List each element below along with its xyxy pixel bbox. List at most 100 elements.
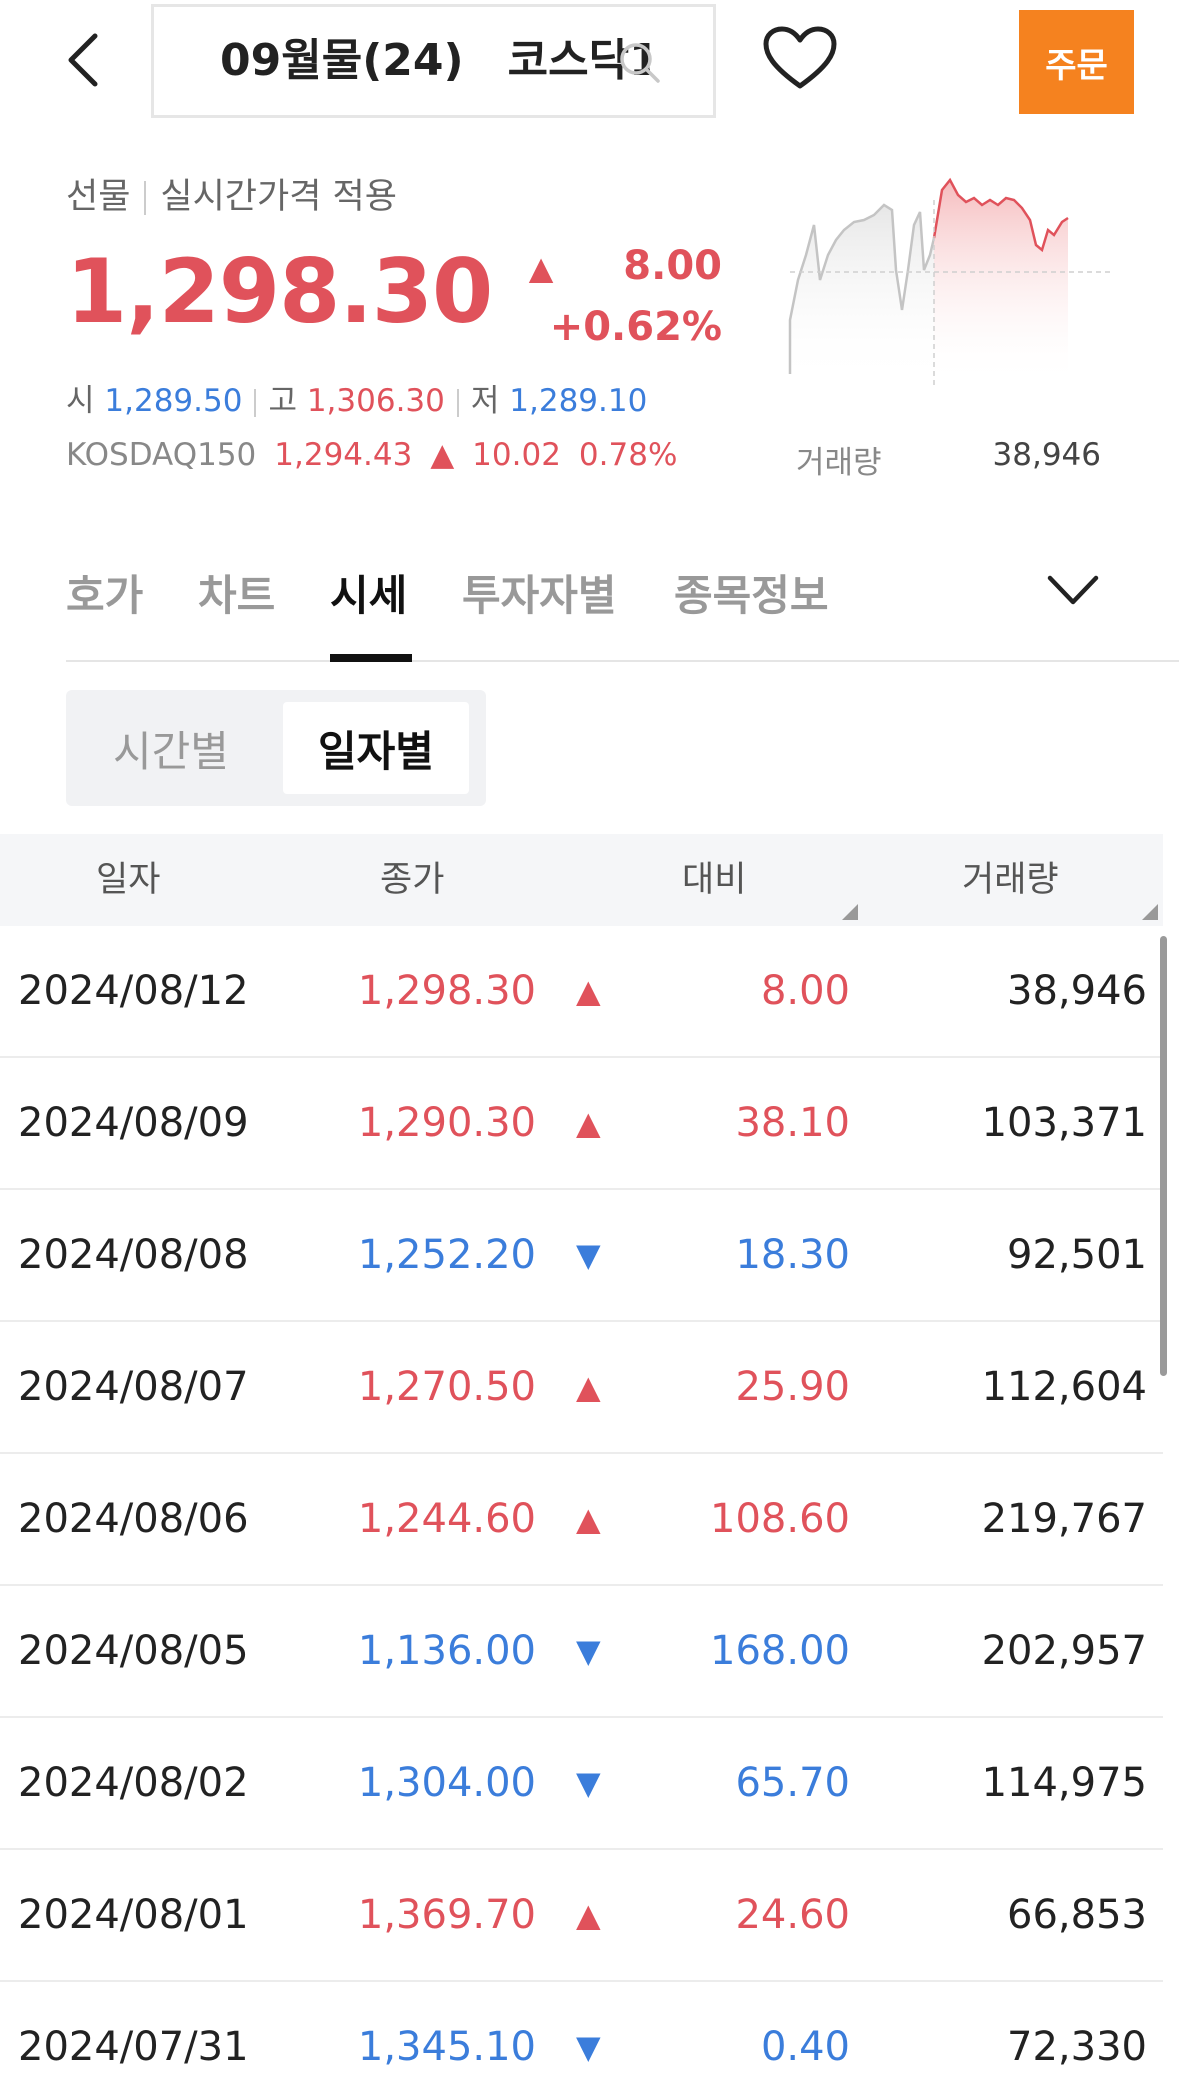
divider: [144, 181, 147, 215]
chevron-down-icon[interactable]: [1044, 560, 1102, 620]
tab-order-book[interactable]: 호가: [66, 562, 143, 623]
row-date: 2024/07/31: [18, 2024, 249, 2070]
row-change: 108.60: [710, 1496, 850, 1542]
row-date: 2024/08/08: [18, 1232, 249, 1278]
index-percent: 0.78%: [578, 437, 678, 473]
row-close-price: 1,369.70: [357, 1892, 536, 1938]
index-value: 1,294.43: [274, 437, 413, 473]
tab-investors[interactable]: 투자자별: [462, 562, 617, 623]
table-header: 일자 종가 대비 거래량: [0, 834, 1163, 926]
realtime-note: 실시간가격 적용: [160, 177, 397, 217]
table-row[interactable]: 2024/08/07 1,270.50 ▲ 25.90 112,604: [0, 1322, 1163, 1454]
low-label: 저: [470, 383, 500, 419]
index-name: KOSDAQ150: [66, 437, 257, 473]
row-change: 8.00: [760, 968, 850, 1014]
favorite-heart-icon[interactable]: [762, 26, 838, 92]
index-up-arrow-icon: ▲: [430, 437, 455, 473]
search-query-text: 09월물(24) 코스닥150: [220, 35, 650, 86]
row-close-price: 1,290.30: [357, 1100, 536, 1146]
sort-indicator-icon[interactable]: [1142, 904, 1158, 920]
row-volume: 202,957: [981, 1628, 1147, 1674]
row-volume: 103,371: [981, 1100, 1147, 1146]
row-date: 2024/08/02: [18, 1760, 249, 1806]
column-volume[interactable]: 거래량: [962, 834, 1059, 926]
row-volume: 219,767: [981, 1496, 1147, 1542]
down-arrow-icon: ▼: [576, 1764, 601, 1802]
table-row[interactable]: 2024/08/12 1,298.30 ▲ 8.00 38,946: [0, 926, 1163, 1058]
table-row[interactable]: 2024/08/09 1,290.30 ▲ 38.10 103,371: [0, 1058, 1163, 1190]
column-diff[interactable]: 대비: [682, 834, 746, 926]
row-change: 38.10: [735, 1100, 850, 1146]
segment-by-time[interactable]: 시간별: [78, 702, 264, 794]
up-arrow-icon: ▲: [576, 1500, 601, 1538]
tab-chart[interactable]: 차트: [198, 562, 275, 623]
up-arrow-icon: ▲: [528, 249, 554, 287]
row-change: 65.70: [735, 1760, 850, 1806]
tab-quotes[interactable]: 시세: [330, 562, 407, 623]
row-volume: 72,330: [1007, 2024, 1147, 2070]
price-change: ▲ 8.00 +0.62%: [520, 238, 722, 360]
table-row[interactable]: 2024/08/06 1,244.60 ▲ 108.60 219,767: [0, 1454, 1163, 1586]
underlying-index: KOSDAQ150 1,294.43 ▲ 10.02 0.78%: [66, 437, 695, 473]
search-input[interactable]: 09월물(24) 코스닥150: [151, 4, 716, 118]
sort-indicator-icon[interactable]: [842, 904, 858, 920]
segment-by-date[interactable]: 일자별: [283, 702, 469, 794]
index-change: 10.02: [472, 437, 561, 473]
row-change: 168.00: [710, 1628, 850, 1674]
down-arrow-icon: ▼: [576, 1632, 601, 1670]
price-history-table: 2024/08/12 1,298.30 ▲ 8.00 38,946 2024/08/09 1…: [0, 926, 1163, 2074]
intraday-sparkline: [788, 177, 1114, 385]
change-value: 8.00: [623, 243, 722, 289]
row-change: 0.40: [760, 2024, 850, 2070]
up-arrow-icon: ▲: [576, 1104, 601, 1142]
volume-label: 거래량: [796, 445, 882, 481]
order-button[interactable]: 주문: [1019, 10, 1134, 114]
down-arrow-icon: ▼: [576, 2028, 601, 2066]
divider: [456, 388, 459, 417]
table-row[interactable]: 2024/08/01 1,369.70 ▲ 24.60 66,853: [0, 1850, 1163, 1982]
instrument-subtitle: 선물 실시간가격 적용: [66, 168, 397, 219]
row-volume: 66,853: [1007, 1892, 1147, 1938]
open-high-low: 시 1,289.50 고 1,306.30 저 1,289.10: [66, 375, 647, 420]
row-date: 2024/08/05: [18, 1628, 249, 1674]
open-label: 시: [66, 383, 95, 419]
row-date: 2024/08/07: [18, 1364, 249, 1410]
chevron-left-icon: [68, 33, 98, 87]
table-row[interactable]: 2024/07/31 1,345.10 ▼ 0.40 72,330: [0, 1982, 1163, 2074]
table-row[interactable]: 2024/08/02 1,304.00 ▼ 65.70 114,975: [0, 1718, 1163, 1850]
up-arrow-icon: ▲: [576, 972, 601, 1010]
scrollbar[interactable]: [1160, 936, 1167, 1376]
back-button[interactable]: [58, 28, 108, 92]
tab-bar: 호가 차트 시세 투자자별 종목정보: [66, 540, 1179, 662]
row-close-price: 1,136.00: [357, 1628, 536, 1674]
row-volume: 92,501: [1007, 1232, 1147, 1278]
row-date: 2024/08/09: [18, 1100, 249, 1146]
volume-value: 38,946: [992, 437, 1101, 473]
row-close-price: 1,304.00: [357, 1760, 536, 1806]
down-arrow-icon: ▼: [576, 1236, 601, 1274]
tab-instrument-info[interactable]: 종목정보: [674, 562, 829, 623]
row-change: 24.60: [735, 1892, 850, 1938]
search-icon[interactable]: [617, 40, 661, 84]
divider: [254, 388, 257, 417]
row-date: 2024/08/12: [18, 968, 249, 1014]
table-row[interactable]: 2024/08/08 1,252.20 ▼ 18.30 92,501: [0, 1190, 1163, 1322]
active-tab-indicator: [330, 654, 412, 662]
current-price: 1,298.30: [66, 240, 493, 343]
row-volume: 114,975: [981, 1760, 1147, 1806]
period-segment: 시간별 일자별: [66, 690, 486, 806]
row-close-price: 1,298.30: [357, 968, 536, 1014]
row-close-price: 1,270.50: [357, 1364, 536, 1410]
category-label: 선물: [66, 177, 131, 217]
change-percent: +0.62%: [549, 304, 722, 350]
top-bar: 09월물(24) 코스닥150 주문: [0, 0, 1179, 130]
up-arrow-icon: ▲: [576, 1896, 601, 1934]
table-row[interactable]: 2024/08/05 1,136.00 ▼ 168.00 202,957: [0, 1586, 1163, 1718]
row-close-price: 1,345.10: [357, 2024, 536, 2070]
up-arrow-icon: ▲: [576, 1368, 601, 1406]
high-label: 고: [268, 383, 297, 419]
row-change: 18.30: [735, 1232, 850, 1278]
column-date: 일자: [96, 860, 161, 900]
row-change: 25.90: [735, 1364, 850, 1410]
row-close-price: 1,252.20: [357, 1232, 536, 1278]
